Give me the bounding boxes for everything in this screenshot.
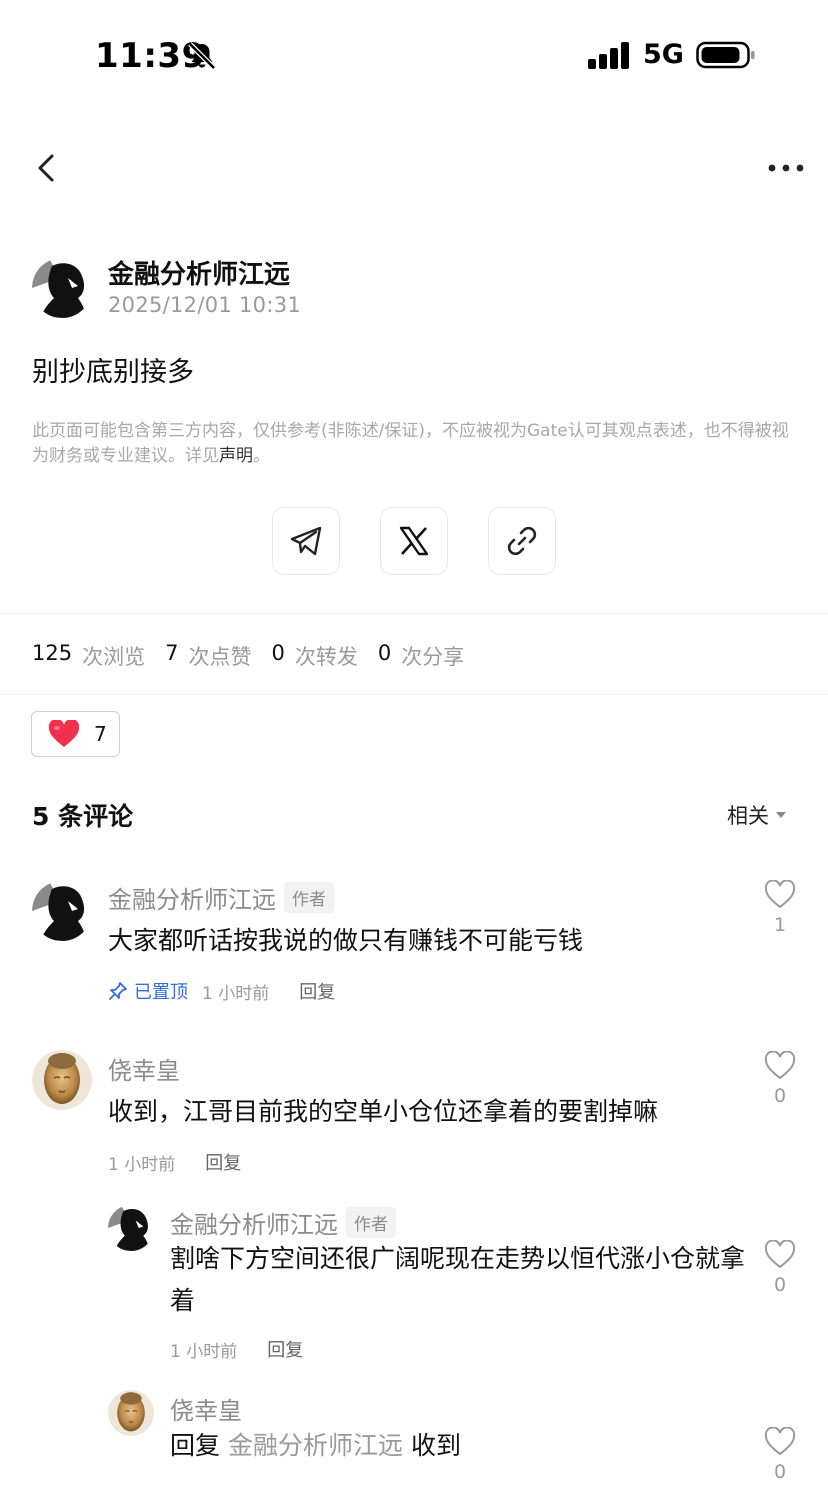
bell-muted-icon bbox=[188, 42, 216, 70]
commenter-avatar[interactable] bbox=[108, 1390, 154, 1436]
pinned-label: 已置顶 bbox=[108, 978, 188, 1004]
red-heart-icon bbox=[48, 720, 80, 747]
battery-icon bbox=[696, 41, 755, 69]
heart-outline-icon bbox=[764, 1240, 796, 1269]
author-name[interactable]: 金融分析师江远 bbox=[108, 254, 290, 291]
commenter-avatar[interactable] bbox=[32, 881, 92, 941]
back-arrow-icon[interactable] bbox=[32, 150, 62, 186]
views-label: 次浏览 bbox=[82, 645, 146, 669]
reply-text: 收到 bbox=[410, 1431, 461, 1460]
comment-meta: 1 小时前 回复 bbox=[108, 1149, 241, 1175]
commenter-name[interactable]: 侥幸皇 bbox=[108, 1051, 180, 1086]
post-content: 别抄底别接多 bbox=[32, 357, 194, 388]
likes-label: 次点赞 bbox=[188, 645, 252, 669]
share-x-button[interactable] bbox=[380, 507, 448, 575]
post-timestamp: 2025/12/01 10:31 bbox=[108, 293, 302, 317]
divider bbox=[0, 613, 828, 614]
network-type: 5G bbox=[643, 39, 684, 70]
author-badge: 作者 bbox=[284, 882, 334, 913]
x-logo-icon bbox=[399, 526, 429, 556]
comment-time: 1 小时前 bbox=[202, 983, 270, 1004]
reply-prefix: 回复 bbox=[170, 1431, 221, 1460]
heart-outline-icon bbox=[764, 1051, 796, 1080]
disclaimer-end: 。 bbox=[253, 446, 270, 466]
commenter-avatar[interactable] bbox=[32, 1050, 92, 1110]
more-options-icon[interactable] bbox=[766, 160, 806, 176]
disclaimer-link[interactable]: 声明 bbox=[219, 446, 253, 466]
like-reaction-button[interactable]: 7 bbox=[31, 711, 120, 757]
reaction-count: 7 bbox=[94, 722, 107, 746]
heart-outline-icon bbox=[764, 1427, 796, 1456]
reposts-count: 0 bbox=[271, 641, 285, 665]
telegram-icon bbox=[290, 526, 322, 556]
commenter-name-text: 金融分析师江远 bbox=[170, 1211, 338, 1239]
comment-time: 1 小时前 bbox=[108, 1154, 176, 1175]
post-stats: 125 次浏览 7 次点赞 0 次转发 0 次分享 bbox=[32, 641, 484, 671]
comment-sort-select[interactable]: 相关 bbox=[727, 800, 787, 830]
disclaimer-text: 此页面可能包含第三方内容，仅供参考(非陈述/保证)，不应被视为Gate认可其观点… bbox=[32, 421, 789, 466]
author-avatar[interactable] bbox=[32, 258, 92, 318]
divider bbox=[0, 694, 828, 695]
likes-count: 7 bbox=[165, 641, 179, 665]
comment-like-count: 0 bbox=[773, 1274, 787, 1296]
commenter-name[interactable]: 金融分析师江远 作者 bbox=[170, 1205, 396, 1240]
comment-like-count: 0 bbox=[773, 1461, 787, 1483]
author-badge: 作者 bbox=[346, 1207, 396, 1238]
cellular-signal-icon bbox=[588, 42, 629, 69]
reposts-label: 次转发 bbox=[294, 645, 358, 669]
link-icon bbox=[507, 526, 537, 556]
comment-text: 收到，江哥目前我的空单小仓位还拿着的要割掉嘛 bbox=[108, 1097, 659, 1126]
commenter-name[interactable]: 侥幸皇 bbox=[170, 1391, 242, 1426]
commenter-name[interactable]: 金融分析师江远 作者 bbox=[108, 880, 334, 915]
comment-time: 1 小时前 bbox=[170, 1341, 238, 1362]
comment-meta: 1 小时前 回复 bbox=[170, 1336, 303, 1362]
reply-button[interactable]: 回复 bbox=[299, 978, 335, 1004]
comment-like[interactable]: 0 bbox=[760, 1427, 800, 1483]
comments-count-title: 5 条评论 bbox=[32, 802, 134, 831]
reply-button[interactable]: 回复 bbox=[205, 1149, 241, 1175]
comment-text: 回复 金融分析师江远 收到 bbox=[170, 1425, 750, 1467]
pin-icon bbox=[109, 982, 127, 1000]
comment-like-count: 1 bbox=[773, 914, 787, 936]
status-bar: 11:39 5G bbox=[0, 0, 828, 110]
comment-like[interactable]: 1 bbox=[760, 880, 800, 936]
shares-count: 0 bbox=[377, 641, 392, 665]
comment-like[interactable]: 0 bbox=[760, 1051, 800, 1107]
comment-like[interactable]: 0 bbox=[760, 1240, 800, 1296]
reply-button[interactable]: 回复 bbox=[267, 1336, 303, 1362]
disclaimer: 此页面可能包含第三方内容，仅供参考(非陈述/保证)，不应被视为Gate认可其观点… bbox=[32, 419, 796, 469]
pinned-text: 已置顶 bbox=[134, 982, 188, 1003]
comment-text: 大家都听话按我说的做只有赚钱不可能亏钱 bbox=[108, 926, 584, 955]
copy-link-button[interactable] bbox=[488, 507, 556, 575]
commenter-avatar[interactable] bbox=[108, 1205, 154, 1251]
caret-down-icon bbox=[776, 812, 786, 818]
comment-like-count: 0 bbox=[773, 1085, 787, 1107]
heart-outline-icon bbox=[764, 880, 796, 909]
share-telegram-button[interactable] bbox=[272, 507, 340, 575]
reply-mention[interactable]: 金融分析师江远 bbox=[228, 1431, 403, 1460]
commenter-name-text: 金融分析师江远 bbox=[108, 886, 276, 914]
sort-label: 相关 bbox=[727, 804, 769, 828]
comment-meta: 已置顶 1 小时前 回复 bbox=[108, 978, 335, 1004]
views-count: 125 bbox=[32, 641, 73, 665]
comment-text: 割啥下方空间还很广阔呢现在走势以恒代涨小仓就拿着 bbox=[170, 1244, 746, 1315]
shares-label: 次分享 bbox=[401, 645, 465, 669]
